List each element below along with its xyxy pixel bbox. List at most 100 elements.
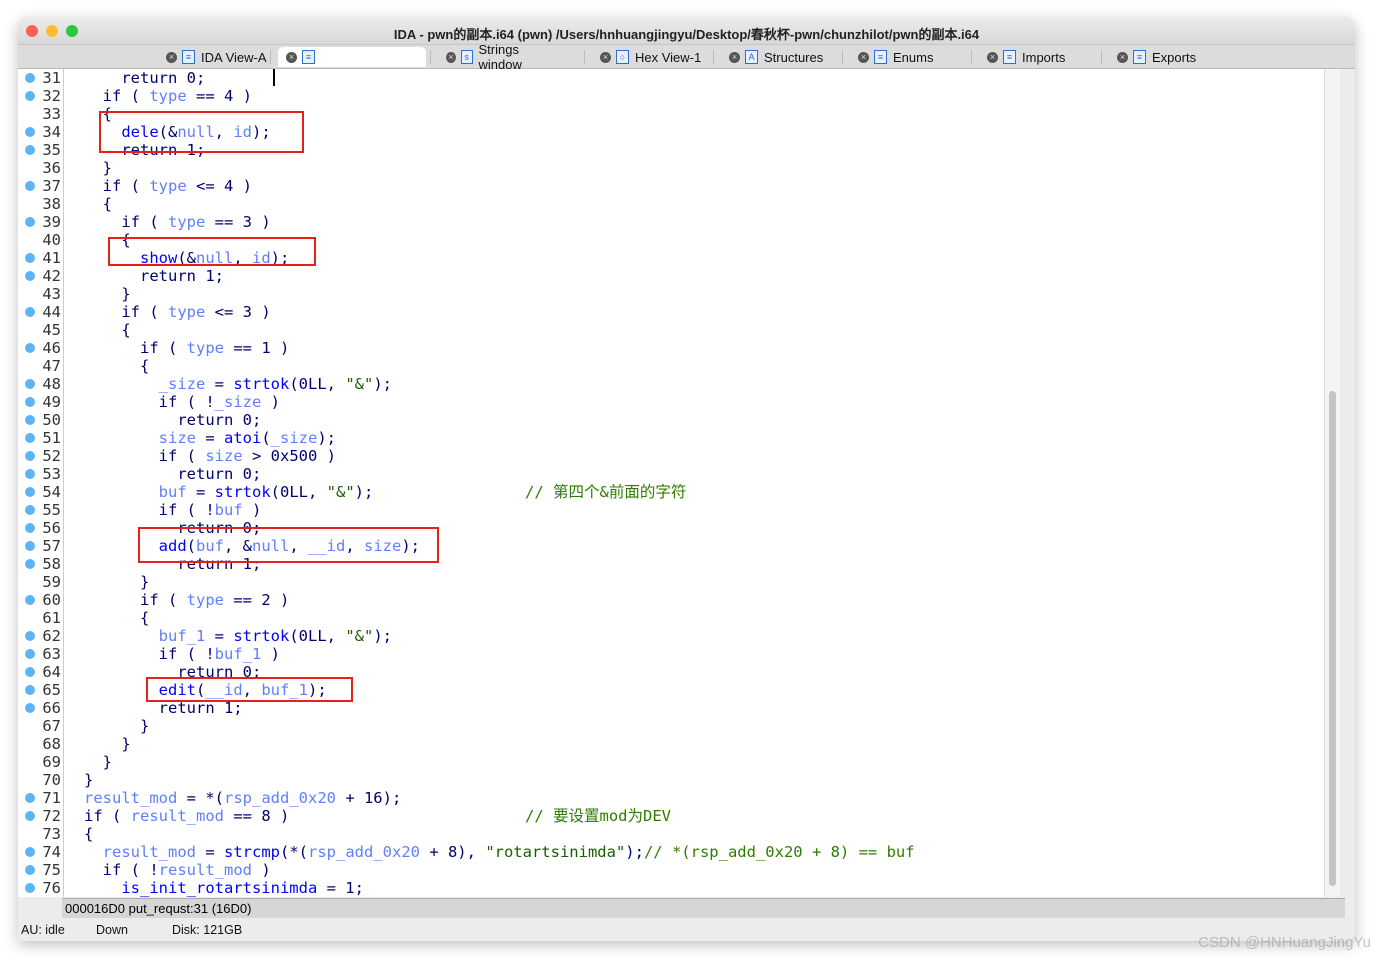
code-line[interactable]: 38 { (18, 195, 1338, 213)
breakpoint-dot-icon[interactable] (25, 631, 35, 641)
code-line[interactable]: 71 result_mod = *(rsp_add_0x20 + 16); (18, 789, 1338, 807)
code-line[interactable]: 60 if ( type == 2 ) (18, 591, 1338, 609)
vertical-scrollbar[interactable] (1324, 69, 1340, 897)
breakpoint-dot-icon[interactable] (25, 379, 35, 389)
code-line[interactable]: 59 } (18, 573, 1338, 591)
code-line[interactable]: 43 } (18, 285, 1338, 303)
code-token: type (168, 213, 206, 231)
code-line[interactable]: 47 { (18, 357, 1338, 375)
breakpoint-dot-icon[interactable] (25, 793, 35, 803)
breakpoint-dot-icon[interactable] (25, 469, 35, 479)
breakpoint-dot-icon[interactable] (25, 271, 35, 281)
code-line[interactable]: 67 } (18, 717, 1338, 735)
code-text: if ( type == 2 ) (84, 591, 289, 609)
code-text: size = atoi(_size); (84, 429, 336, 447)
breakpoint-dot-icon[interactable] (25, 127, 35, 137)
code-line[interactable]: 51 size = atoi(_size); (18, 429, 1338, 447)
breakpoint-dot-icon[interactable] (25, 523, 35, 533)
code-line[interactable]: 44 if ( type <= 3 ) (18, 303, 1338, 321)
code-text: buf = strtok(0LL, "&"); (84, 483, 374, 501)
code-line[interactable]: 42 return 1; (18, 267, 1338, 285)
code-line[interactable]: 49 if ( !_size ) (18, 393, 1338, 411)
close-tab-icon[interactable]: × (1117, 51, 1128, 63)
code-line[interactable]: 55 if ( !buf ) (18, 501, 1338, 519)
close-tab-icon[interactable]: × (166, 51, 177, 63)
tab-structures[interactable]: × A Structures (721, 47, 839, 67)
code-line[interactable]: 63 if ( !buf_1 ) (18, 645, 1338, 663)
breakpoint-dot-icon[interactable] (25, 451, 35, 461)
code-line[interactable]: 74 result_mod = strcmp(*(rsp_add_0x20 + … (18, 843, 1338, 861)
breakpoint-dot-icon[interactable] (25, 649, 35, 659)
breakpoint-dot-icon[interactable] (25, 595, 35, 605)
close-tab-icon[interactable]: × (987, 51, 998, 63)
code-token: if ( (140, 339, 187, 357)
code-line[interactable]: 61 { (18, 609, 1338, 627)
code-token: } (121, 285, 131, 303)
code-line[interactable]: 32 if ( type == 4 ) (18, 87, 1338, 105)
breakpoint-dot-icon[interactable] (25, 73, 35, 83)
code-line[interactable]: 53 return 0; (18, 465, 1338, 483)
breakpoint-dot-icon[interactable] (25, 865, 35, 875)
close-tab-icon[interactable]: × (286, 51, 297, 63)
code-line[interactable]: 54 buf = strtok(0LL, "&"); // 第四个&前面的字符 (18, 483, 1338, 501)
tab-label: Imports (1022, 49, 1066, 65)
pseudocode-view[interactable]: 31 return 0; 32 if ( type == 4 ) 33 {34 de… (18, 69, 1340, 897)
line-number: 50 (42, 411, 61, 429)
code-token: } (102, 753, 113, 771)
tab-ida-view-a[interactable]: × ≡ IDA View-A (158, 47, 276, 67)
code-line[interactable]: 68 } (18, 735, 1338, 753)
close-tab-icon[interactable]: × (729, 51, 740, 63)
code-line[interactable]: 52 if ( size > 0x500 ) (18, 447, 1338, 465)
code-line[interactable]: 69 } (18, 753, 1338, 771)
code-text: if ( !result_mod ) (84, 861, 271, 879)
close-tab-icon[interactable]: × (446, 51, 456, 63)
close-tab-icon[interactable]: × (600, 51, 611, 63)
code-line[interactable]: 37 if ( type <= 4 ) (18, 177, 1338, 195)
breakpoint-dot-icon[interactable] (25, 667, 35, 677)
code-line[interactable]: 50 return 0; (18, 411, 1338, 429)
code-line[interactable]: 75 if ( !result_mod ) (18, 861, 1338, 879)
breakpoint-dot-icon[interactable] (25, 559, 35, 569)
breakpoint-dot-icon[interactable] (25, 343, 35, 353)
code-line[interactable]: 62 buf_1 = strtok(0LL, "&"); (18, 627, 1338, 645)
tab-hex-view-1[interactable]: × ○ Hex View-1 (592, 47, 710, 67)
tab-pseudocode[interactable]: × ≡ (278, 47, 426, 67)
breakpoint-dot-icon[interactable] (25, 703, 35, 713)
code-line[interactable]: 70} (18, 771, 1338, 789)
code-line[interactable]: 73 { (18, 825, 1338, 843)
code-line[interactable]: 31 return 0; (18, 69, 1338, 87)
line-number: 37 (42, 177, 61, 195)
breakpoint-dot-icon[interactable] (25, 811, 35, 821)
breakpoint-dot-icon[interactable] (25, 883, 35, 893)
breakpoint-dot-icon[interactable] (25, 253, 35, 263)
breakpoint-dot-icon[interactable] (25, 415, 35, 425)
tab-strings-window[interactable]: × s Strings window (438, 42, 556, 72)
breakpoint-dot-icon[interactable] (25, 91, 35, 101)
breakpoint-dot-icon[interactable] (25, 541, 35, 551)
breakpoint-dot-icon[interactable] (25, 505, 35, 515)
breakpoint-dot-icon[interactable] (25, 217, 35, 227)
tab-imports[interactable]: × ≡ Imports (979, 47, 1097, 67)
breakpoint-dot-icon[interactable] (25, 307, 35, 317)
close-tab-icon[interactable]: × (858, 51, 869, 63)
breakpoint-dot-icon[interactable] (25, 181, 35, 191)
tab-enums[interactable]: × ≡ Enums (850, 47, 968, 67)
breakpoint-dot-icon[interactable] (25, 145, 35, 155)
breakpoint-dot-icon[interactable] (25, 487, 35, 497)
code-token: "&" (326, 483, 355, 501)
code-line[interactable]: 76 is_init_rotartsinimda = 1; (18, 879, 1338, 897)
code-line[interactable]: 48 _size = strtok(0LL, "&"); (18, 375, 1338, 393)
breakpoint-dot-icon[interactable] (25, 433, 35, 443)
breakpoint-dot-icon[interactable] (25, 685, 35, 695)
breakpoint-dot-icon[interactable] (25, 397, 35, 407)
tab-exports[interactable]: × ≡ Exports (1109, 47, 1227, 67)
code-text: } (84, 285, 131, 303)
code-line[interactable]: 36 } (18, 159, 1338, 177)
code-line[interactable]: 39 if ( type == 3 ) (18, 213, 1338, 231)
line-number: 72 (42, 807, 61, 825)
code-line[interactable]: 46 if ( type == 1 ) (18, 339, 1338, 357)
code-line[interactable]: 72 if ( result_mod == 8 ) // 要设置mod为DEV (18, 807, 1338, 825)
breakpoint-dot-icon[interactable] (25, 847, 35, 857)
scrollbar-thumb[interactable] (1329, 391, 1336, 886)
code-line[interactable]: 45 { (18, 321, 1338, 339)
